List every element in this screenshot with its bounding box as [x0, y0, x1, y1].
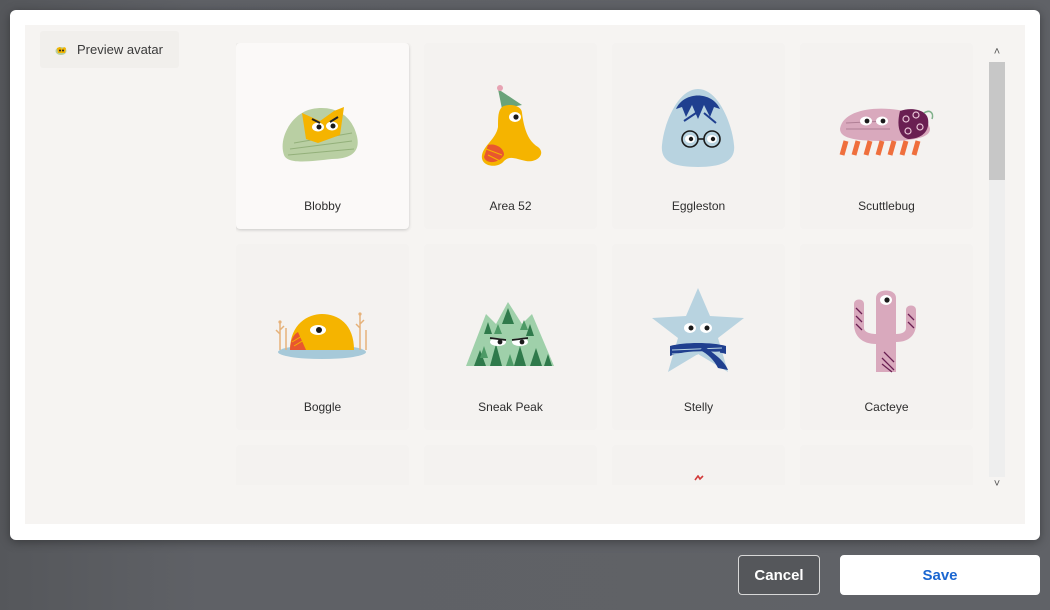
avatar-tile[interactable] — [800, 445, 973, 485]
avatar-name: Boggle — [303, 400, 342, 414]
grid-scrollbar[interactable]: ˄ ˅ — [989, 45, 1005, 490]
avatar-tile-cacteye[interactable]: Cacteye — [800, 244, 973, 430]
cancel-button[interactable]: Cancel — [738, 555, 820, 595]
avatar-name: Stelly — [683, 400, 714, 414]
avatar-tile[interactable] — [424, 445, 597, 485]
avatar-tile[interactable] — [236, 445, 409, 485]
avatar-tile-stelly[interactable]: Stelly — [612, 244, 785, 430]
avatar-name: Blobby — [304, 199, 341, 213]
avatar-grid-scroll-area[interactable]: Blobby Area 52 Eggleston Scuttlebug Bogg… — [236, 43, 988, 485]
avatar-tile-sneak-peak[interactable]: Sneak Peak — [424, 244, 597, 430]
avatar-tile-scuttlebug[interactable]: Scuttlebug — [800, 43, 973, 229]
avatar-picker-panel: Preview avatar Blobby Area 52 Eggleston … — [25, 25, 1025, 524]
avatar-tile-eggleston[interactable]: Eggleston — [612, 43, 785, 229]
cacteye-avatar-icon — [854, 290, 916, 373]
boggle-avatar-icon — [275, 312, 367, 359]
avatar-tile-boggle[interactable]: Boggle — [236, 244, 409, 430]
avatar-grid: Blobby Area 52 Eggleston Scuttlebug Bogg… — [236, 43, 988, 485]
scroll-up-arrow-icon[interactable]: ˄ — [989, 45, 1005, 59]
avatar-name: Cacteye — [864, 400, 909, 414]
stelly-avatar-icon — [652, 288, 744, 372]
area-52-avatar-icon — [481, 85, 542, 166]
avatar-picker-dialog: Preview avatar Blobby Area 52 Eggleston … — [10, 10, 1040, 540]
save-button[interactable]: Save — [840, 555, 1040, 595]
preview-avatar-label: Preview avatar — [77, 42, 163, 57]
avatar-tile-blobby[interactable]: Blobby — [236, 43, 409, 229]
scrollbar-thumb[interactable] — [989, 62, 1005, 180]
avatar-partial-icon — [694, 475, 704, 481]
eggleston-avatar-icon — [661, 89, 735, 167]
blobby-avatar-icon — [282, 107, 358, 162]
scroll-down-arrow-icon[interactable]: ˅ — [989, 477, 1005, 491]
scuttlebug-avatar-icon — [839, 108, 934, 156]
sneak-peak-avatar-icon — [466, 302, 554, 366]
avatar-tile[interactable] — [612, 445, 785, 485]
preview-avatar-chip[interactable]: Preview avatar — [40, 31, 179, 68]
avatar-tile-area-52[interactable]: Area 52 — [424, 43, 597, 229]
avatar-name: Sneak Peak — [478, 400, 543, 414]
preview-avatar-icon — [55, 46, 67, 55]
avatar-name: Area 52 — [489, 199, 532, 213]
avatar-name: Eggleston — [671, 199, 726, 213]
avatar-name: Scuttlebug — [858, 199, 915, 213]
